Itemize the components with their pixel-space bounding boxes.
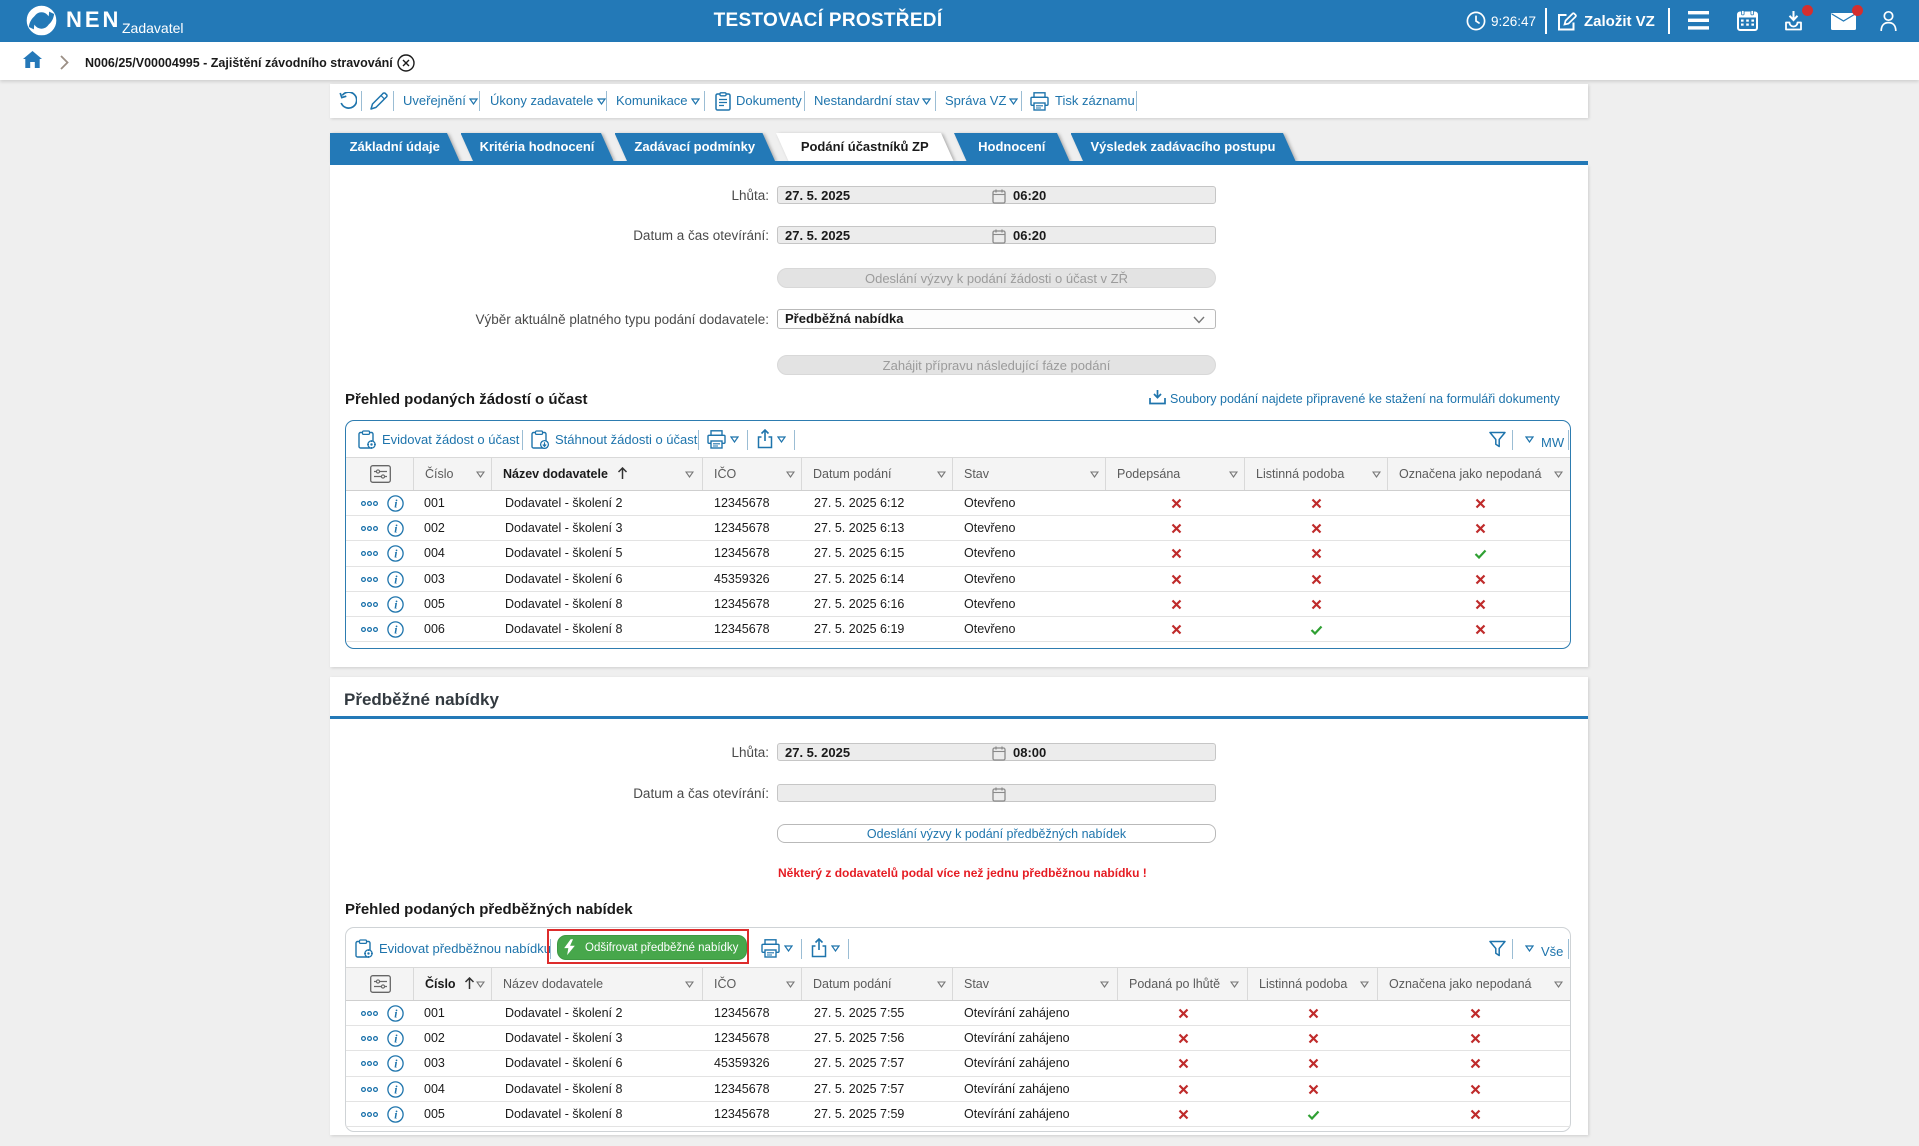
- svg-text:i: i: [394, 549, 398, 561]
- svg-text:i: i: [394, 1109, 398, 1121]
- svg-text:i: i: [394, 499, 398, 511]
- svg-text:i: i: [394, 574, 398, 586]
- svg-text:i: i: [394, 625, 398, 637]
- svg-text:i: i: [394, 524, 398, 536]
- svg-text:i: i: [394, 1009, 398, 1021]
- svg-text:i: i: [394, 1034, 398, 1046]
- svg-text:i: i: [394, 1059, 398, 1071]
- svg-text:i: i: [394, 599, 398, 611]
- svg-text:i: i: [394, 1084, 398, 1096]
